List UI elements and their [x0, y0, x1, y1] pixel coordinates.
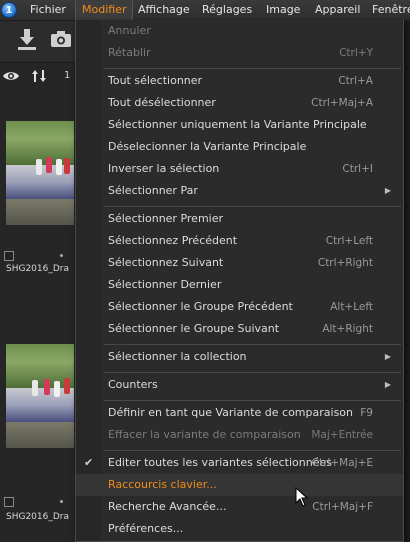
menu-bar: 1 Fichier Modifier Affichage Réglages Im… [0, 0, 410, 21]
app-logo-icon: 1 [1, 2, 17, 18]
sort-icon[interactable] [31, 68, 47, 87]
menu-item-raccourcis-clavier[interactable]: Raccourcis clavier... [76, 474, 403, 496]
menu-reglages[interactable]: Réglages [196, 0, 258, 20]
menu-item-annuler: Annuler [108, 24, 151, 37]
import-icon[interactable] [16, 27, 38, 54]
menu-item-recherche-avancee[interactable]: Recherche Avancée... Ctrl+Maj+F [76, 496, 403, 518]
thumbnail-panel: SHG2016_Dra SHG2016_Dra [0, 91, 76, 542]
thumbnail-image[interactable] [6, 121, 74, 225]
menu-separator [104, 344, 401, 345]
menu-item-selectionner-collection[interactable]: Sélectionner la collection ▶ [76, 346, 403, 368]
thumbnail-checkbox[interactable] [4, 251, 14, 261]
count-label: 1 [64, 70, 71, 81]
menu-item-selectionnez-suivant[interactable]: Sélectionnez Suivant Ctrl+Right [76, 252, 403, 274]
menu-item-definir-variante-comparaison[interactable]: Définir en tant que Variante de comparai… [76, 402, 403, 424]
thumbnail-checkbox[interactable] [4, 497, 14, 507]
menu-item-effacer-variante-comparaison: Effacer la variante de comparaison Maj+En… [108, 428, 373, 441]
menu-item-retablir: Rétablir Ctrl+Y [108, 46, 373, 59]
eye-icon[interactable] [2, 69, 20, 86]
mouse-cursor-icon [295, 486, 309, 510]
menu-appareil[interactable]: Appareil [309, 0, 366, 20]
menu-affichage[interactable]: Affichage [132, 0, 196, 20]
menu-item-select-variante-principale[interactable]: Sélectionner uniquement la Variante Prin… [76, 114, 403, 136]
menu-separator [104, 206, 401, 207]
menu-item-deselect-variante-principale[interactable]: Déselecionner la Variante Principale [76, 136, 403, 158]
menu-separator [104, 68, 401, 69]
menu-item-tout-deselectionner[interactable]: Tout désélectionner Ctrl+Maj+A [76, 92, 403, 114]
thumbnail-label: SHG2016_Dra [6, 512, 70, 522]
menu-item-preferences[interactable]: Préférences... [76, 518, 403, 540]
thumbnail-dot [60, 500, 63, 503]
menu-item-inverser-selection[interactable]: Inverser la sélection Ctrl+I [76, 158, 403, 180]
thumbnail-dot [60, 254, 63, 257]
menu-separator [104, 372, 401, 373]
menu-item-editer-toutes-variantes[interactable]: ✔ Editer toutes les variantes sélectionn… [76, 452, 403, 474]
menu-fichier[interactable]: Fichier [24, 0, 72, 20]
menu-item-selectionnez-precedent[interactable]: Sélectionnez Précédent Ctrl+Left [76, 230, 403, 252]
checkmark-icon: ✔ [84, 456, 94, 469]
menu-item-selectionner-dernier[interactable]: Sélectionner Dernier [76, 274, 403, 296]
menu-modifier[interactable]: Modifier [75, 0, 134, 20]
menu-fenetre[interactable]: Fenêtre [366, 0, 410, 20]
thumbnail-image[interactable] [6, 344, 74, 448]
menu-item-groupe-suivant[interactable]: Sélectionner le Groupe Suivant Alt+Right [76, 318, 403, 340]
modifier-dropdown-menu: Annuler Rétablir Ctrl+Y Tout sélectionner… [75, 20, 404, 542]
submenu-arrow-icon: ▶ [384, 380, 391, 389]
menu-separator [104, 400, 401, 401]
menu-separator [104, 450, 401, 451]
submenu-arrow-icon: ▶ [384, 352, 391, 361]
menu-item-tout-selectionner[interactable]: Tout sélectionner Ctrl+A [76, 70, 403, 92]
menu-item-selectionner-premier[interactable]: Sélectionner Premier [76, 208, 403, 230]
menu-image[interactable]: Image [260, 0, 306, 20]
thumbnail-label: SHG2016_Dra [6, 264, 70, 274]
scrollbar[interactable] [404, 21, 410, 542]
camera-icon[interactable] [50, 30, 72, 51]
submenu-arrow-icon: ▶ [384, 186, 391, 195]
menu-item-groupe-precedent[interactable]: Sélectionner le Groupe Précédent Alt+Left [76, 296, 403, 318]
menu-item-counters[interactable]: Counters ▶ [76, 374, 403, 396]
menu-item-selectionner-par[interactable]: Sélectionner Par ▶ [76, 180, 403, 202]
